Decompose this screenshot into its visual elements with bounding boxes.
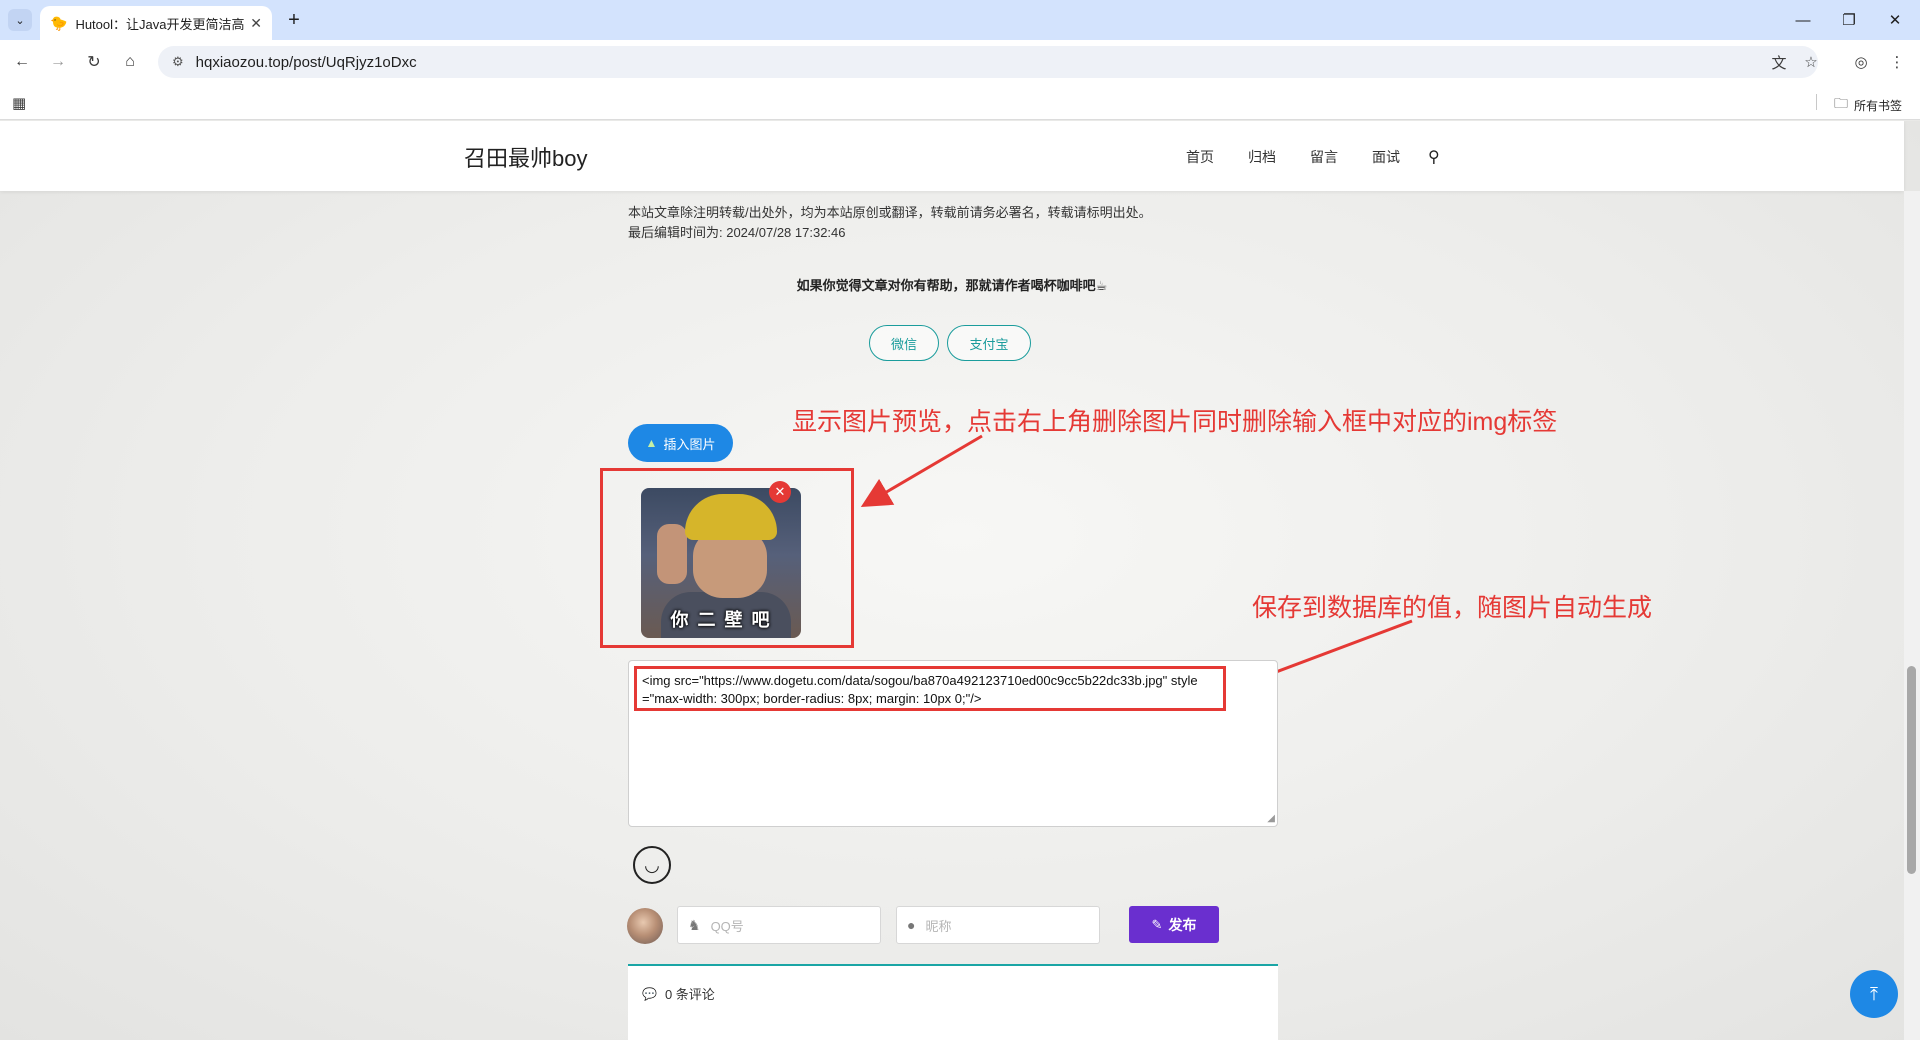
annotation-value-note: 保存到数据库的值，随图片自动生成: [1252, 594, 1653, 622]
insert-image-label: 插入图片: [663, 436, 716, 452]
remove-image-button[interactable]: ✕: [769, 481, 791, 503]
copyright-notice: 本站文章除注明转载/出处外，均为本站原创或翻译，转载前请务必署名，转载请标明出处…: [628, 203, 1152, 243]
page-viewport: 召田最帅boy 首页 归档 留言 面试 ⚲ 本站文章除注明转载/出处外，均为本站…: [0, 121, 1920, 1040]
browser-toolbar: ← → ↻ ⌂ ⚙ hqxiaozou.top/post/UqRjyz1oDxc…: [0, 40, 1920, 84]
forward-icon[interactable]: →: [46, 50, 70, 74]
image-preview-highlight: 你 二 壁 吧 ✕: [600, 468, 854, 648]
publish-button[interactable]: ✎ 发布: [1129, 906, 1219, 943]
bookmarks-bar: ▦ 🗀 所有书签: [0, 84, 1920, 120]
annotation-preview-note: 显示图片预览，点击右上角删除图片同时删除输入框中对应的img标签: [792, 408, 1558, 436]
comment-bubble-icon: 💬: [642, 986, 657, 1001]
menu-icon[interactable]: ⋮: [1884, 49, 1910, 75]
chevron-down-icon: ⌄: [15, 14, 25, 27]
address-bar[interactable]: ⚙ hqxiaozou.top/post/UqRjyz1oDxc: [158, 46, 1818, 78]
all-bookmarks-label: 所有书签: [1854, 98, 1903, 113]
window-close-icon[interactable]: ✕: [1872, 6, 1918, 34]
avatar: [627, 908, 663, 944]
qq-penguin-icon: ♞: [688, 916, 701, 933]
close-icon: ✕: [774, 484, 786, 499]
bookmarks-divider: [1816, 94, 1817, 110]
insert-image-button[interactable]: ▲ 插入图片: [628, 424, 733, 462]
preview-figure-hand: [657, 524, 687, 584]
resize-handle-icon[interactable]: ◢: [1267, 813, 1275, 824]
copyright-line: 本站文章除注明转载/出处外，均为本站原创或翻译，转载前请务必署名，转载请标明出处…: [628, 205, 1152, 220]
back-icon[interactable]: ←: [10, 50, 34, 74]
back-to-top-button[interactable]: ⤒: [1850, 970, 1898, 1018]
browser-tabstrip: ⌄ 🐤 Hutool：让Java开发更简洁高效 ✕ + — ❐ ✕: [0, 0, 1920, 40]
emoji-icon[interactable]: ◡: [633, 846, 671, 884]
all-bookmarks-button[interactable]: 🗀 所有书签: [1834, 93, 1902, 117]
image-preview: 你 二 壁 吧: [641, 488, 801, 638]
donate-text: 如果你觉得文章对你有帮助，那就请作者喝杯咖啡吧☕: [796, 278, 1108, 293]
nickname-placeholder: 昵称: [925, 918, 952, 934]
favicon-icon: 🐤: [50, 14, 68, 31]
user-icon: ●: [907, 917, 916, 933]
scrollbar-thumb[interactable]: [1907, 666, 1916, 874]
new-tab-button[interactable]: +: [282, 8, 306, 32]
image-icon: ▲: [645, 436, 658, 450]
publish-label: 发布: [1168, 916, 1197, 933]
apps-grid-icon[interactable]: ▦: [12, 94, 26, 112]
url-text: hqxiaozou.top/post/UqRjyz1oDxc: [195, 53, 417, 71]
comment-count: 💬 0 条评论: [642, 984, 715, 1003]
translate-icon[interactable]: 文: [1766, 49, 1792, 75]
comment-list: 💬 0 条评论: [628, 964, 1278, 1040]
browser-tab[interactable]: 🐤 Hutool：让Java开发更简洁高效 ✕: [40, 6, 272, 40]
edit-icon: ✎: [1151, 916, 1163, 932]
nav-interview[interactable]: 面试: [1372, 147, 1400, 167]
textarea-value[interactable]: <img src="https://www.dogetu.com/data/so…: [634, 666, 1226, 711]
arrow-up-icon: ⤒: [1870, 983, 1878, 1004]
reload-icon[interactable]: ↻: [82, 50, 106, 74]
search-icon[interactable]: ⚲: [1428, 147, 1440, 167]
tab-list-button[interactable]: ⌄: [8, 9, 32, 31]
arrow-to-preview: [860, 434, 983, 508]
preview-figure-helmet: [685, 494, 777, 540]
qq-field[interactable]: ♞ QQ号: [677, 906, 881, 944]
nav-archive[interactable]: 归档: [1248, 147, 1276, 167]
site-title[interactable]: 召田最帅boy: [464, 141, 587, 173]
site-header: 召田最帅boy 首页 归档 留言 面试 ⚲: [0, 121, 1904, 191]
nav-home[interactable]: 首页: [1186, 147, 1214, 167]
profile-icon[interactable]: ◎: [1848, 49, 1874, 75]
alipay-button[interactable]: 支付宝: [947, 325, 1031, 361]
comment-textarea[interactable]: <img src="https://www.dogetu.com/data/so…: [628, 660, 1278, 827]
close-icon[interactable]: ✕: [250, 15, 262, 32]
edited-time: 最后编辑时间为: 2024/07/28 17:32:46: [628, 225, 846, 240]
preview-caption: 你 二 壁 吧: [670, 610, 772, 630]
restore-icon[interactable]: ❐: [1826, 6, 1872, 34]
nav-guestbook[interactable]: 留言: [1310, 147, 1338, 167]
site-info-icon[interactable]: ⚙: [172, 54, 184, 70]
comment-count-label: 0 条评论: [664, 987, 715, 1002]
wechat-pay-button[interactable]: 微信: [869, 325, 939, 361]
folder-icon: 🗀: [1834, 95, 1848, 111]
scrollbar-track[interactable]: [1904, 191, 1920, 1040]
annotation-arrows: [860, 434, 1413, 693]
tab-title: Hutool：让Java开发更简洁高效: [75, 16, 245, 32]
home-icon[interactable]: ⌂: [118, 50, 142, 74]
site-nav: 首页 归档 留言 面试 ⚲: [1186, 147, 1440, 167]
nickname-field[interactable]: ● 昵称: [896, 906, 1100, 944]
minimize-icon[interactable]: —: [1780, 6, 1826, 34]
star-icon[interactable]: ☆: [1798, 49, 1824, 75]
qq-placeholder: QQ号: [710, 918, 744, 934]
